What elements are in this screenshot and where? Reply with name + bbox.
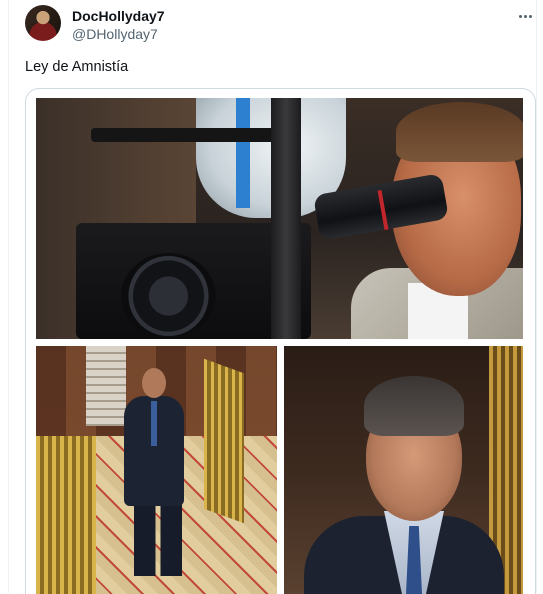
photo-camera-actor[interactable] [36,98,523,339]
photo-blue-strip [236,98,250,208]
man-legs [134,496,182,576]
timeline-divider-left [8,0,9,593]
timeline-divider-right [536,0,537,593]
more-dot [523,14,527,18]
actor-hair [396,102,523,162]
author-handle[interactable]: @DHollyday7 [72,26,158,42]
man-hair [364,376,464,436]
photo-face-closeup[interactable] [284,346,523,594]
more-dot [528,14,532,18]
author-avatar[interactable] [25,5,61,41]
photo-golden-railing-right [204,358,244,524]
camera-lens [121,253,216,339]
camera-handle [91,128,281,142]
tweet-text: Ley de Amnistía [25,59,129,75]
tweet-card: DocHollyday7 @DHollyday7 Ley de Amnistía [0,0,543,594]
photo-parliament-walk[interactable] [36,346,277,594]
more-options-icon[interactable] [515,9,535,23]
camera-post [271,98,301,339]
photo-golden-railing [36,436,96,594]
man-head [142,368,166,398]
photo-stairs [86,346,126,426]
author-display-name[interactable]: DocHollyday7 [72,8,165,24]
more-dot [518,14,522,18]
media-grid [25,88,536,594]
man-tie [151,401,157,446]
